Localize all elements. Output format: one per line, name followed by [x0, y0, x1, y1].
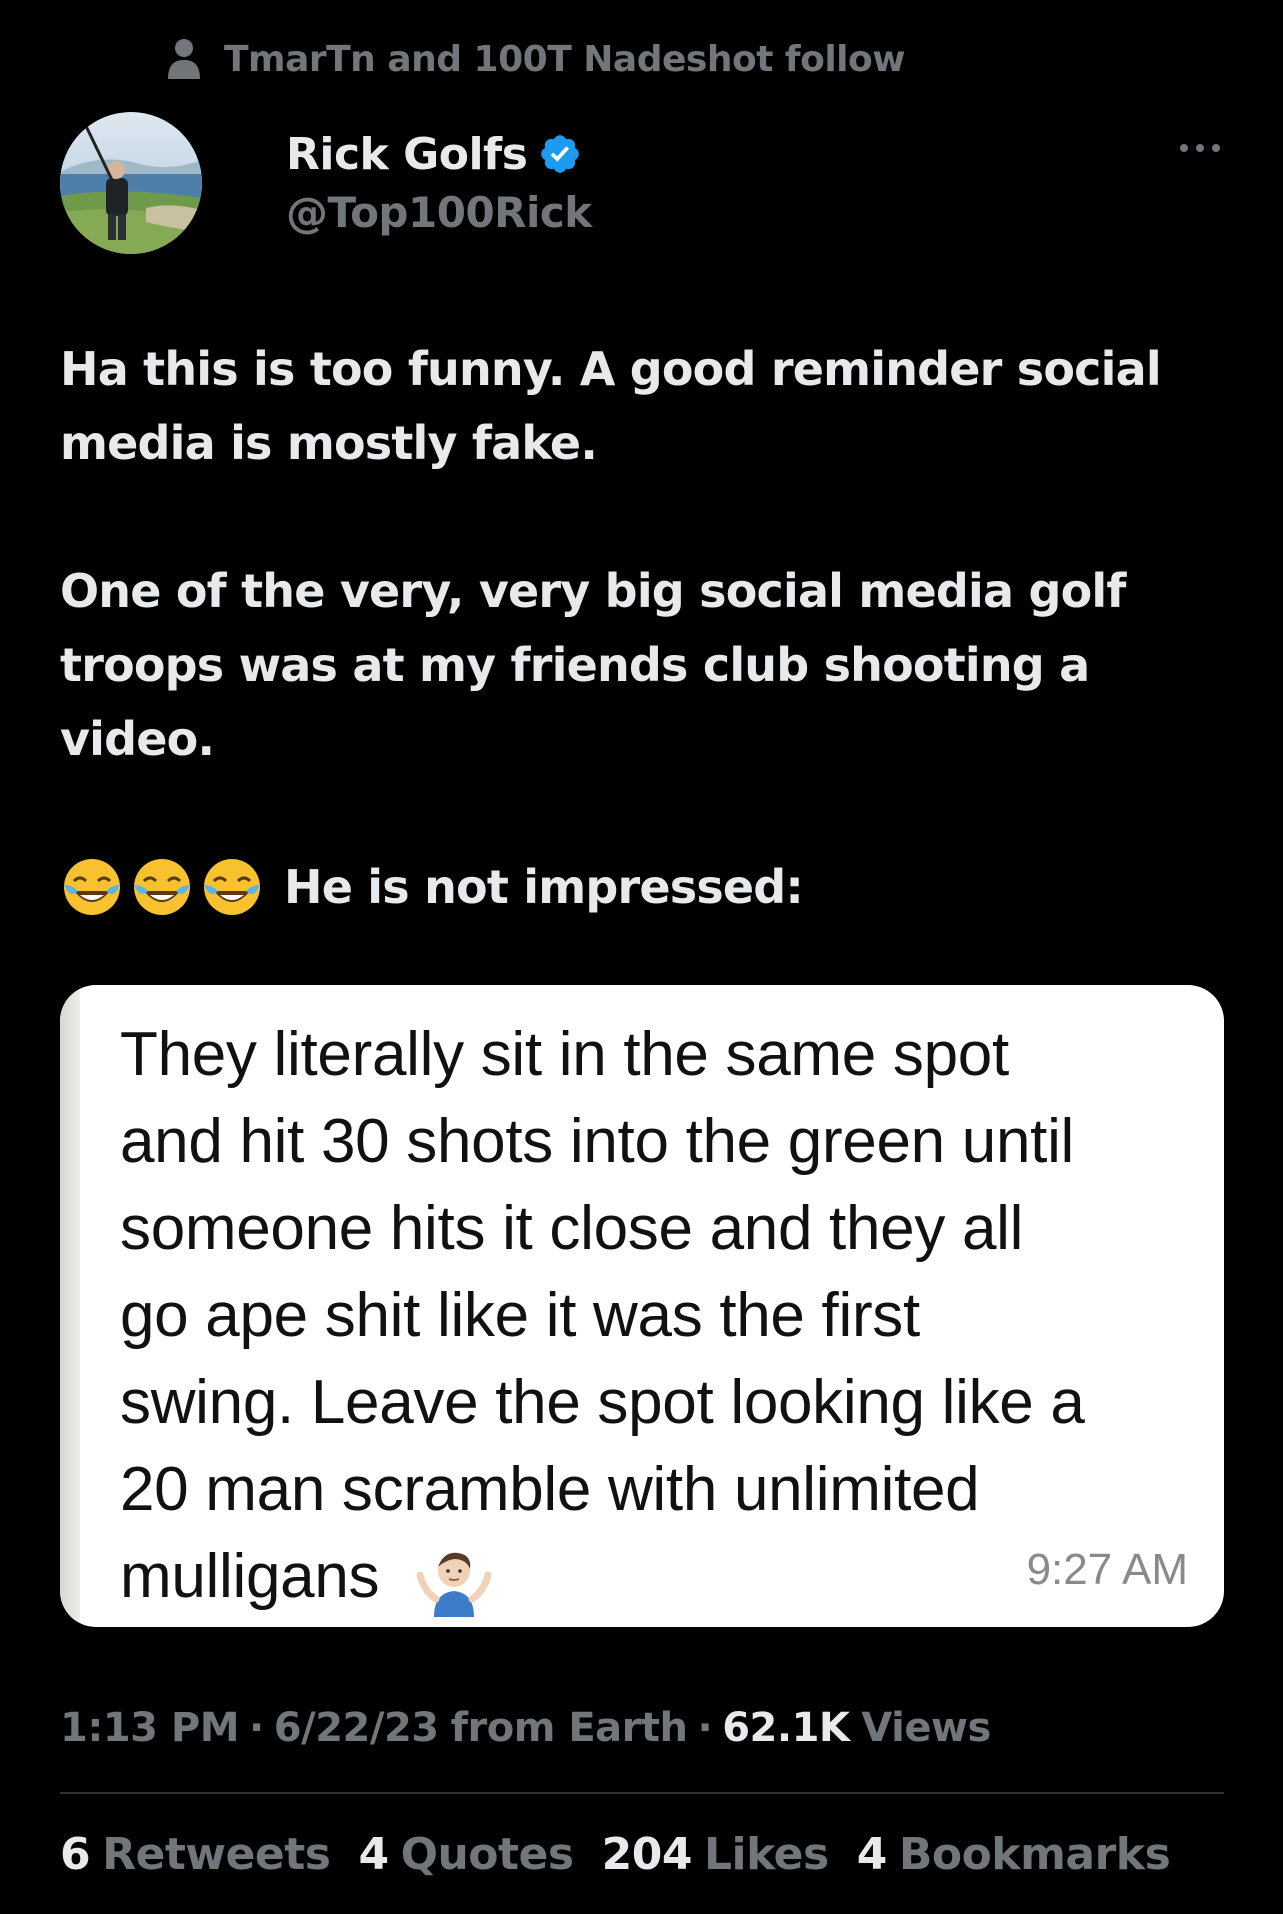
- more-options-button[interactable]: [1170, 128, 1230, 168]
- retweets-stat[interactable]: 6 Retweets: [60, 1828, 331, 1880]
- bookmarks-label: Bookmarks: [898, 1828, 1171, 1880]
- views-label[interactable]: Views: [861, 1705, 991, 1751]
- tweet-body: Ha this is too funny. A good reminder so…: [60, 332, 1220, 924]
- tweet-meta: 1:13 PM · 6/22/23 from Earth · 62.1K Vie…: [60, 1700, 991, 1756]
- quotes-count: 4: [358, 1828, 389, 1880]
- tweet-paragraph-3: He is not impressed:: [60, 850, 1220, 924]
- message-line: go ape shit like it was the first: [120, 1281, 920, 1350]
- shrug-emoji-icon: [416, 1552, 492, 1617]
- tweet-paragraph-1: Ha this is too funny. A good reminder so…: [60, 342, 1162, 470]
- quotes-label: Quotes: [400, 1828, 575, 1880]
- meta-separator: ·: [249, 1705, 264, 1751]
- meta-separator: ·: [697, 1705, 713, 1751]
- tweet-date[interactable]: 6/22/23: [274, 1705, 439, 1751]
- author-handle[interactable]: @Top100Rick: [286, 184, 592, 242]
- tweet-media-image[interactable]: They literally sit in the same spot and …: [60, 985, 1224, 1627]
- message-line: 20 man scramble with unlimited: [120, 1455, 980, 1524]
- verified-badge-icon: [537, 131, 583, 177]
- bookmarks-stat[interactable]: 4 Bookmarks: [857, 1829, 1171, 1880]
- more-horizontal-icon: [1180, 144, 1220, 152]
- tweet-paragraph-3-text: He is not impressed:: [284, 860, 804, 914]
- tweet-source: from Earth: [450, 1705, 688, 1751]
- engagement-stats: 6 Retweets 4 Quotes 204 Likes 4 Bookmark…: [60, 1826, 1171, 1882]
- message-line: mulligans: [120, 1542, 380, 1611]
- views-count[interactable]: 62.1K: [722, 1705, 850, 1751]
- likes-stat[interactable]: 204 Likes: [601, 1828, 830, 1880]
- message-line: and hit 30 shots into the green until: [120, 1107, 1075, 1176]
- embedded-message-text: They literally sit in the same spot and …: [120, 1011, 1210, 1620]
- message-line: They literally sit in the same spot: [120, 1020, 1009, 1089]
- bookmarks-count: 4: [856, 1828, 888, 1880]
- display-name[interactable]: Rick Golfs: [286, 129, 528, 180]
- likes-label: Likes: [703, 1828, 829, 1880]
- message-line: swing. Leave the spot looking like a: [120, 1368, 1085, 1437]
- tears-of-joy-emoji-icon: [60, 855, 270, 919]
- tweet-time[interactable]: 1:13 PM: [60, 1705, 240, 1751]
- divider: [60, 1792, 1224, 1794]
- retweets-label: Retweets: [102, 1828, 331, 1880]
- retweets-count: 6: [60, 1828, 91, 1880]
- social-context-text: TmarTn and 100T Nadeshot follow: [224, 38, 906, 80]
- social-context[interactable]: TmarTn and 100T Nadeshot follow: [164, 32, 906, 86]
- tweet-paragraph-2: One of the very, very big social media g…: [60, 564, 1126, 766]
- message-line: someone hits it close and they all: [120, 1194, 1024, 1263]
- person-icon: [164, 35, 204, 83]
- avatar[interactable]: [60, 112, 202, 254]
- tweet-author: Rick Golfs @Top100Rick: [60, 108, 592, 258]
- likes-count: 204: [601, 1828, 693, 1880]
- quotes-stat[interactable]: 4 Quotes: [358, 1828, 575, 1880]
- image-edge: [60, 985, 80, 1627]
- message-timestamp: 9:27 AM: [1026, 1545, 1188, 1594]
